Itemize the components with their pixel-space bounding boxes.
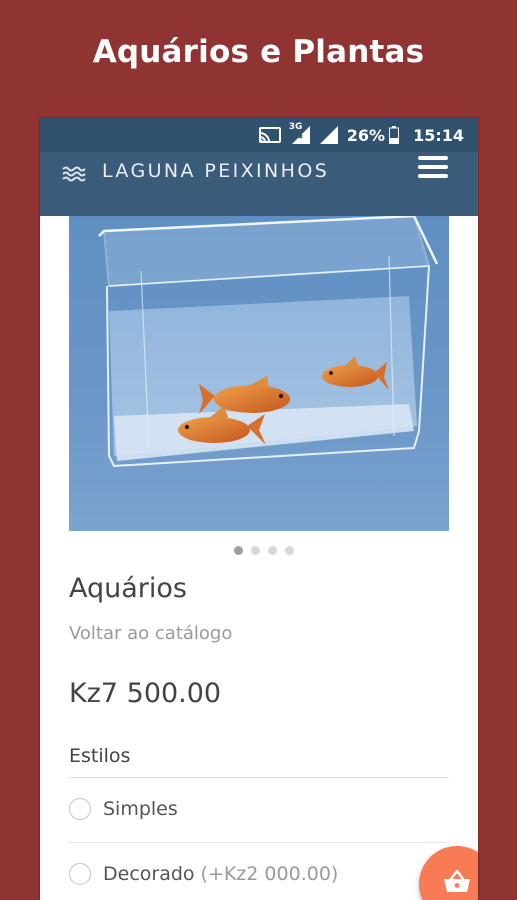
product-price: Kz7 500.00 xyxy=(69,678,222,709)
styles-label: Estilos xyxy=(69,745,131,767)
product-title: Aquários xyxy=(69,573,187,604)
status-bar: 3G 26% 15:14 xyxy=(40,118,478,152)
cast-icon xyxy=(258,127,281,143)
carousel-dot[interactable] xyxy=(268,546,277,555)
radio-button[interactable] xyxy=(69,863,91,885)
hamburger-menu-icon[interactable] xyxy=(418,156,448,178)
promo-title: Aquários e Plantas xyxy=(92,34,425,70)
style-option-label: Decorado xyxy=(103,863,195,885)
cell-signal-icon xyxy=(319,126,339,144)
phone-screen: 3G 26% 15:14 LAGUNA PEIXINHOS Aquários V… xyxy=(40,118,478,900)
carousel-dot[interactable] xyxy=(285,546,294,555)
divider xyxy=(69,777,449,778)
style-option-simples[interactable]: Simples xyxy=(69,798,449,820)
app-bar: LAGUNA PEIXINHOS xyxy=(40,152,478,216)
clock: 15:14 xyxy=(413,125,464,145)
divider xyxy=(69,842,449,843)
carousel-dot[interactable] xyxy=(251,546,260,555)
waves-icon xyxy=(62,165,86,187)
radio-button[interactable] xyxy=(69,798,91,820)
shopping-basket-icon xyxy=(443,869,471,898)
cart-button[interactable] xyxy=(419,846,478,900)
network-type-label: 3G xyxy=(288,122,303,132)
battery-percent: 26% xyxy=(346,125,386,145)
back-to-catalog-link[interactable]: Voltar ao catálogo xyxy=(69,623,232,644)
mobile-signal-icon: 3G xyxy=(289,122,311,144)
battery-icon xyxy=(389,126,400,144)
style-option-price-extra: (+Kz2 000.00) xyxy=(200,863,339,885)
product-image[interactable] xyxy=(69,216,449,531)
brand-name: LAGUNA PEIXINHOS xyxy=(102,160,330,182)
style-option-label: Simples xyxy=(103,798,178,820)
style-option-decorado[interactable]: Decorado (+Kz2 000.00) xyxy=(69,863,449,885)
carousel-dots xyxy=(40,546,478,555)
carousel-dot[interactable] xyxy=(234,546,243,555)
